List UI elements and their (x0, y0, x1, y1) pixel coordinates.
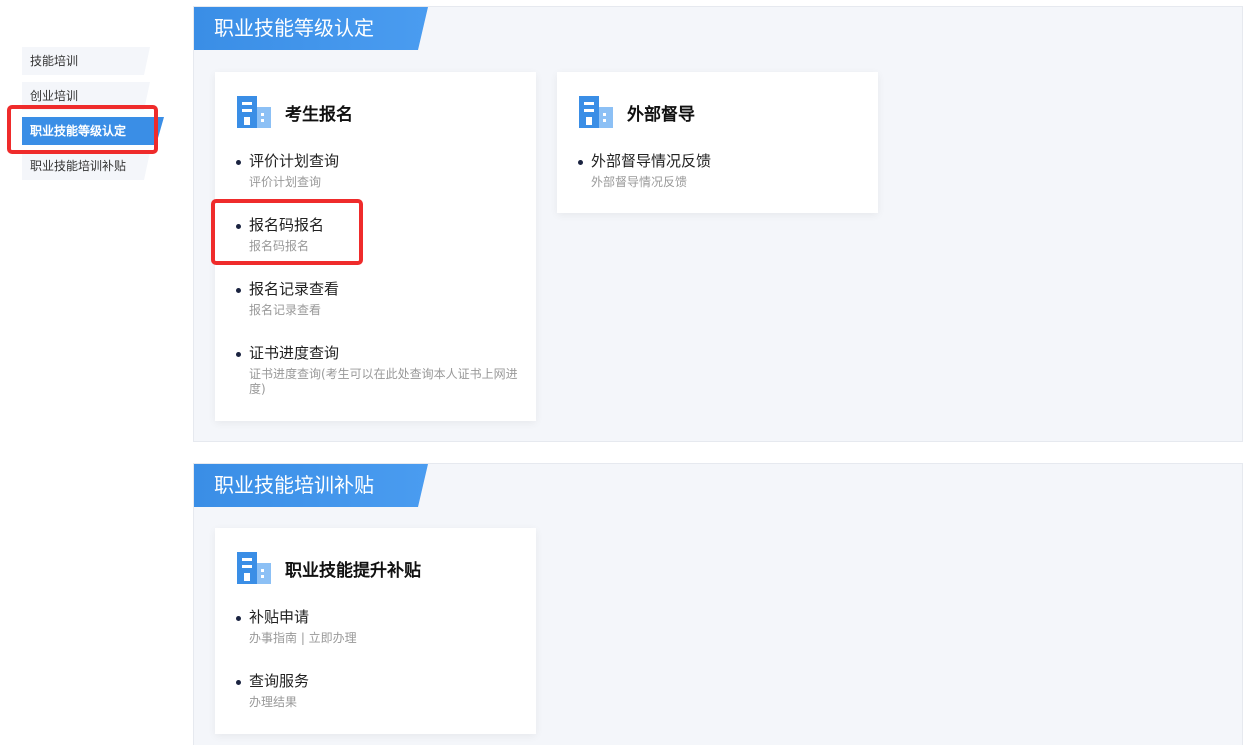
entry-desc: 评价计划查询 (249, 175, 322, 189)
sidebar-item-training-subsidy[interactable]: 职业技能培训补贴 (22, 152, 150, 180)
entry-label: 外部督导情况反馈 (577, 151, 711, 171)
section-title: 职业技能等级认定 (194, 7, 428, 50)
card-external-supervision: 外部督导 外部督导情况反馈 外部督导情况反馈 (557, 72, 878, 213)
card-candidate-registration: 考生报名 评价计划查询 评价计划查询 报名码报名 报名码报名 报名记录查看 报名… (215, 72, 536, 421)
entry-desc: 办理结果 (249, 695, 298, 709)
entry-label: 报名记录查看 (235, 279, 339, 299)
card-header: 职业技能提升补贴 (237, 552, 421, 584)
entry-label: 证书进度查询 (235, 343, 525, 363)
entry-label: 评价计划查询 (235, 151, 339, 171)
card-header: 考生报名 (237, 96, 353, 128)
card-skill-upgrade-subsidy: 职业技能提升补贴 补贴申请 办事指南 | 立即办理 查询服务 办理结果 (215, 528, 536, 734)
section-training-subsidy: 职业技能培训补贴 职业技能提升补贴 补贴申请 办事指南 | 立即办理 查询服务 … (193, 463, 1243, 745)
entry-desc: 证书进度查询(考生可以在此处查询本人证书上网进度) (249, 367, 518, 396)
entry-certificate-progress[interactable]: 证书进度查询 证书进度查询(考生可以在此处查询本人证书上网进度) (235, 343, 525, 397)
entry-desc: 报名码报名 (249, 239, 310, 253)
card-title: 职业技能提升补贴 (285, 560, 421, 580)
building-icon (579, 96, 613, 128)
entry-supervision-feedback[interactable]: 外部督导情况反馈 外部督导情况反馈 (577, 151, 711, 190)
card-title: 考生报名 (285, 104, 353, 124)
entry-desc: 报名记录查看 (249, 303, 322, 317)
sidebar-item-skill-level-certification[interactable]: 职业技能等级认定 (22, 117, 164, 145)
entry-label: 补贴申请 (235, 607, 357, 627)
card-header: 外部督导 (579, 96, 695, 128)
building-icon (237, 552, 271, 584)
entry-registration-record[interactable]: 报名记录查看 报名记录查看 (235, 279, 339, 318)
entry-desc: 办事指南 | 立即办理 (249, 631, 357, 645)
entry-registration-code-signup[interactable]: 报名码报名 报名码报名 (235, 215, 324, 254)
sidebar: 技能培训 创业培训 职业技能等级认定 职业技能培训补贴 (0, 0, 190, 745)
entry-desc: 外部督导情况反馈 (591, 175, 688, 189)
sidebar-item-skills-training[interactable]: 技能培训 (22, 47, 150, 75)
entry-evaluation-plan-query[interactable]: 评价计划查询 评价计划查询 (235, 151, 339, 190)
entry-subsidy-application[interactable]: 补贴申请 办事指南 | 立即办理 (235, 607, 357, 646)
sidebar-item-entrepreneurship-training[interactable]: 创业培训 (22, 82, 150, 110)
entry-label: 报名码报名 (235, 215, 324, 235)
entry-query-service[interactable]: 查询服务 办理结果 (235, 671, 309, 710)
card-title: 外部督导 (627, 104, 695, 124)
section-skill-level-certification: 职业技能等级认定 考生报名 评价计划查询 评价计划查询 报名码报名 报名码报名 … (193, 6, 1243, 442)
entry-label: 查询服务 (235, 671, 309, 691)
building-icon (237, 96, 271, 128)
section-title: 职业技能培训补贴 (194, 464, 428, 507)
